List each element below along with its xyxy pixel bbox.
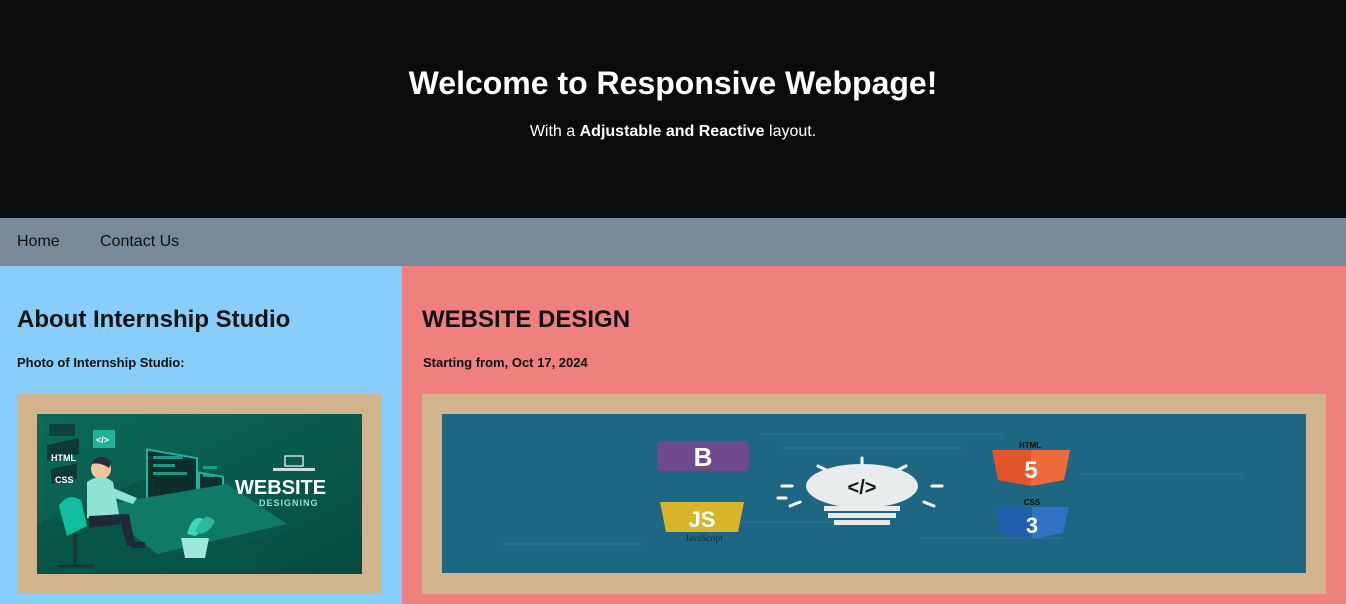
nav-contact-link[interactable]: Contact Us bbox=[100, 218, 179, 266]
svg-text:B: B bbox=[694, 442, 713, 472]
svg-text:</>: </> bbox=[848, 477, 877, 499]
subtitle-prefix: With a bbox=[529, 123, 580, 140]
sidebar-caption: Photo of Internship Studio: bbox=[17, 355, 185, 370]
svg-text:HTML: HTML bbox=[1019, 441, 1041, 450]
image-subheadline: DESIGNING bbox=[259, 498, 319, 508]
navbar: Home Contact Us bbox=[0, 218, 1346, 266]
main-image-frame: B JS JavaScript </> HTML 5 CSS 3 bbox=[422, 394, 1326, 594]
svg-text:5: 5 bbox=[1024, 457, 1037, 484]
sidebar-title: About Internship Studio bbox=[17, 306, 291, 333]
bootstrap-logo: B bbox=[657, 441, 749, 472]
page-title: Welcome to Responsive Webpage! bbox=[408, 65, 938, 101]
main-caption: Starting from, Oct 17, 2024 bbox=[423, 355, 588, 370]
internship-studio-photo: HTML CSS </> WEBSITE DESIGNING bbox=[37, 414, 362, 574]
sidebar-image-frame: HTML CSS </> WEBSITE DESIGNING bbox=[17, 394, 382, 594]
subtitle-bold: Adjustable and Reactive bbox=[579, 123, 765, 140]
sidebar: About Internship Studio Photo of Interns… bbox=[0, 266, 402, 604]
svg-text:CSS: CSS bbox=[55, 475, 74, 485]
page-subtitle: With a Adjustable and Reactive layout. bbox=[0, 122, 1346, 142]
svg-text:JS: JS bbox=[689, 507, 716, 532]
svg-text:HTML: HTML bbox=[51, 453, 76, 463]
svg-text:</>: </> bbox=[96, 435, 109, 445]
page-header: Welcome to Responsive Webpage! With a Ad… bbox=[0, 0, 1346, 218]
main-title: WEBSITE DESIGN bbox=[422, 306, 631, 333]
image-headline: WEBSITE bbox=[235, 477, 326, 499]
main-content: WEBSITE DESIGN Starting from, Oct 17, 20… bbox=[402, 266, 1346, 604]
website-design-image: B JS JavaScript </> HTML 5 CSS 3 bbox=[442, 414, 1306, 573]
nav-home-link[interactable]: Home bbox=[17, 218, 60, 266]
svg-text:3: 3 bbox=[1026, 513, 1038, 538]
subtitle-suffix: layout. bbox=[764, 123, 817, 140]
svg-text:JavaScript: JavaScript bbox=[685, 533, 723, 543]
svg-text:CSS: CSS bbox=[1024, 498, 1041, 507]
code-tag: </> bbox=[93, 430, 115, 448]
